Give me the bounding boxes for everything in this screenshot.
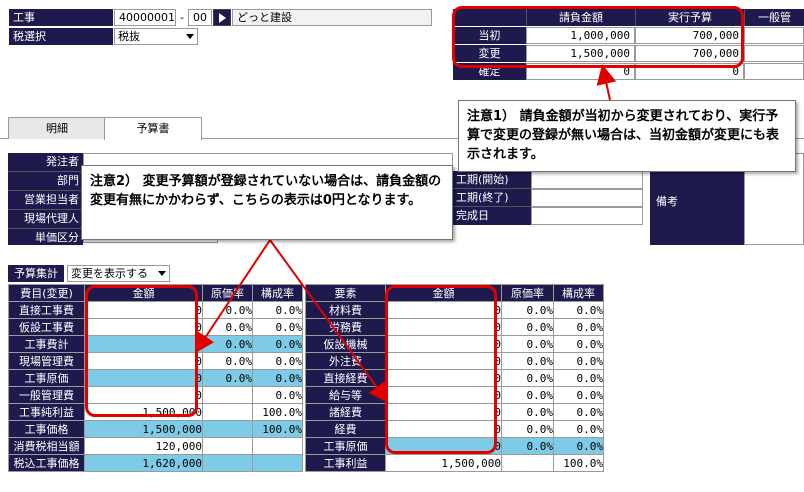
arrow-note2-left [194, 239, 271, 354]
note-1: 注意1） 請負金額が当初から変更されており、実行予算で変更の登録が無い場合は、当… [458, 100, 796, 172]
arrow-note1 [596, 64, 617, 101]
note-2: 注意2） 変更予算額が登録されていない場合は、請負金額の変更有無にかかわらず、こ… [81, 165, 453, 240]
callout-arrows [194, 64, 617, 404]
arrow-note2-right [269, 239, 389, 404]
